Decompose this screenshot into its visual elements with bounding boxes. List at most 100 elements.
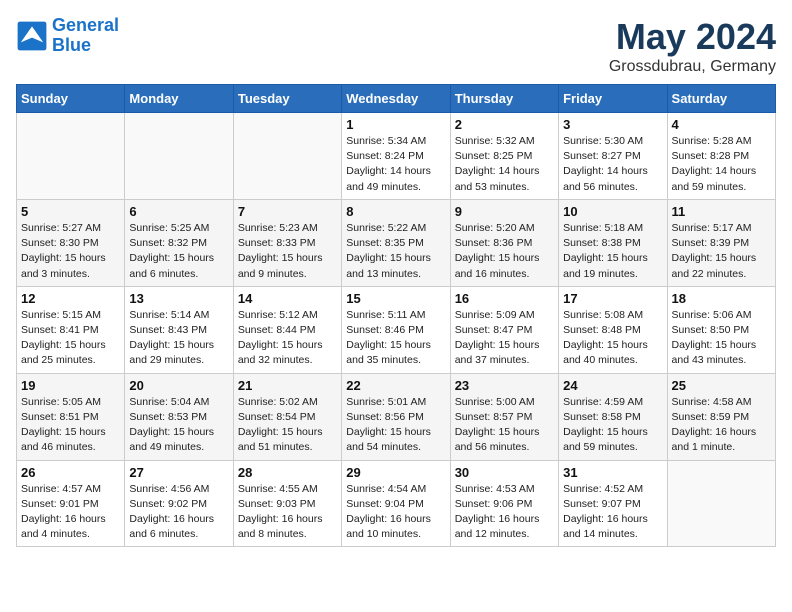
day-info: Sunrise: 5:25 AM Sunset: 8:32 PM Dayligh… — [129, 221, 228, 282]
day-cell: 31Sunrise: 4:52 AM Sunset: 9:07 PM Dayli… — [559, 460, 667, 547]
day-number: 5 — [21, 204, 120, 219]
day-info: Sunrise: 5:32 AM Sunset: 8:25 PM Dayligh… — [455, 134, 554, 195]
day-info: Sunrise: 4:57 AM Sunset: 9:01 PM Dayligh… — [21, 482, 120, 543]
day-cell: 15Sunrise: 5:11 AM Sunset: 8:46 PM Dayli… — [342, 286, 450, 373]
day-number: 4 — [672, 117, 771, 132]
week-row-1: 1Sunrise: 5:34 AM Sunset: 8:24 PM Daylig… — [17, 113, 776, 200]
day-cell: 12 Sunrise: 5:15 AM Sunset: 8:41 PM Dayli… — [17, 286, 125, 373]
day-cell: 18Sunrise: 5:06 AM Sunset: 8:50 PM Dayli… — [667, 286, 775, 373]
logo-blue: Blue — [52, 35, 91, 55]
day-info: Sunrise: 4:56 AM Sunset: 9:02 PM Dayligh… — [129, 482, 228, 543]
day-cell: 17Sunrise: 5:08 AM Sunset: 8:48 PM Dayli… — [559, 286, 667, 373]
header-cell-sunday: Sunday — [17, 85, 125, 113]
title-block: May 2024 Grossdubrau, Germany — [609, 16, 776, 76]
day-info: Sunrise: 5:00 AM Sunset: 8:57 PM Dayligh… — [455, 395, 554, 456]
day-info: Sunrise: 5:01 AM Sunset: 8:56 PM Dayligh… — [346, 395, 445, 456]
day-info: Sunrise: 4:53 AM Sunset: 9:06 PM Dayligh… — [455, 482, 554, 543]
day-number: 28 — [238, 465, 337, 480]
day-info: Sunrise: 5:08 AM Sunset: 8:48 PM Dayligh… — [563, 308, 662, 369]
day-number: 24 — [563, 378, 662, 393]
day-info: Sunrise: 4:59 AM Sunset: 8:58 PM Dayligh… — [563, 395, 662, 456]
day-number: 1 — [346, 117, 445, 132]
day-info: Sunrise: 5:05 AM Sunset: 8:51 PM Dayligh… — [21, 395, 120, 456]
logo-general: General — [52, 15, 119, 35]
day-number: 26 — [21, 465, 120, 480]
day-cell: 11 Sunrise: 5:17 AM Sunset: 8:39 PM Dayli… — [667, 199, 775, 286]
day-cell — [233, 113, 341, 200]
day-number: 11 — [672, 204, 771, 219]
day-info: Sunrise: 4:54 AM Sunset: 9:04 PM Dayligh… — [346, 482, 445, 543]
day-info: Sunrise: 4:52 AM Sunset: 9:07 PM Dayligh… — [563, 482, 662, 543]
day-cell: 23 Sunrise: 5:00 AM Sunset: 8:57 PM Dayli… — [450, 373, 558, 460]
day-cell: 1Sunrise: 5:34 AM Sunset: 8:24 PM Daylig… — [342, 113, 450, 200]
week-row-4: 19 Sunrise: 5:05 AM Sunset: 8:51 PM Dayli… — [17, 373, 776, 460]
day-cell: 9Sunrise: 5:20 AM Sunset: 8:36 PM Daylig… — [450, 199, 558, 286]
header-cell-thursday: Thursday — [450, 85, 558, 113]
page-header: General Blue May 2024 Grossdubrau, Germa… — [16, 16, 776, 76]
day-cell: 14 Sunrise: 5:12 AM Sunset: 8:44 PM Dayli… — [233, 286, 341, 373]
day-info: Sunrise: 4:55 AM Sunset: 9:03 PM Dayligh… — [238, 482, 337, 543]
day-cell: 8 Sunrise: 5:22 AM Sunset: 8:35 PM Daylig… — [342, 199, 450, 286]
day-info: Sunrise: 5:17 AM Sunset: 8:39 PM Dayligh… — [672, 221, 771, 282]
day-info: Sunrise: 5:30 AM Sunset: 8:27 PM Dayligh… — [563, 134, 662, 195]
day-cell: 7 Sunrise: 5:23 AM Sunset: 8:33 PM Daylig… — [233, 199, 341, 286]
day-cell: 4 Sunrise: 5:28 AM Sunset: 8:28 PM Daylig… — [667, 113, 775, 200]
day-cell: 30Sunrise: 4:53 AM Sunset: 9:06 PM Dayli… — [450, 460, 558, 547]
day-number: 9 — [455, 204, 554, 219]
day-cell: 2 Sunrise: 5:32 AM Sunset: 8:25 PM Daylig… — [450, 113, 558, 200]
day-number: 27 — [129, 465, 228, 480]
day-number: 8 — [346, 204, 445, 219]
day-number: 14 — [238, 291, 337, 306]
header-cell-tuesday: Tuesday — [233, 85, 341, 113]
day-info: Sunrise: 5:28 AM Sunset: 8:28 PM Dayligh… — [672, 134, 771, 195]
day-number: 25 — [672, 378, 771, 393]
week-row-5: 26 Sunrise: 4:57 AM Sunset: 9:01 PM Dayli… — [17, 460, 776, 547]
day-cell: 24 Sunrise: 4:59 AM Sunset: 8:58 PM Dayli… — [559, 373, 667, 460]
day-number: 6 — [129, 204, 228, 219]
day-info: Sunrise: 5:09 AM Sunset: 8:47 PM Dayligh… — [455, 308, 554, 369]
day-cell: 20 Sunrise: 5:04 AM Sunset: 8:53 PM Dayli… — [125, 373, 233, 460]
day-number: 12 — [21, 291, 120, 306]
day-info: Sunrise: 5:15 AM Sunset: 8:41 PM Dayligh… — [21, 308, 120, 369]
header-cell-wednesday: Wednesday — [342, 85, 450, 113]
logo: General Blue — [16, 16, 119, 56]
day-cell: 10Sunrise: 5:18 AM Sunset: 8:38 PM Dayli… — [559, 199, 667, 286]
day-cell: 6 Sunrise: 5:25 AM Sunset: 8:32 PM Daylig… — [125, 199, 233, 286]
day-cell: 22 Sunrise: 5:01 AM Sunset: 8:56 PM Dayli… — [342, 373, 450, 460]
day-info: Sunrise: 5:02 AM Sunset: 8:54 PM Dayligh… — [238, 395, 337, 456]
day-number: 23 — [455, 378, 554, 393]
calendar-header: SundayMondayTuesdayWednesdayThursdayFrid… — [17, 85, 776, 113]
day-number: 21 — [238, 378, 337, 393]
day-cell: 29 Sunrise: 4:54 AM Sunset: 9:04 PM Dayli… — [342, 460, 450, 547]
day-info: Sunrise: 5:27 AM Sunset: 8:30 PM Dayligh… — [21, 221, 120, 282]
day-cell — [17, 113, 125, 200]
day-number: 7 — [238, 204, 337, 219]
day-number: 2 — [455, 117, 554, 132]
day-cell: 28 Sunrise: 4:55 AM Sunset: 9:03 PM Dayli… — [233, 460, 341, 547]
day-info: Sunrise: 5:04 AM Sunset: 8:53 PM Dayligh… — [129, 395, 228, 456]
day-info: Sunrise: 5:22 AM Sunset: 8:35 PM Dayligh… — [346, 221, 445, 282]
day-info: Sunrise: 4:58 AM Sunset: 8:59 PM Dayligh… — [672, 395, 771, 456]
day-cell: 5 Sunrise: 5:27 AM Sunset: 8:30 PM Daylig… — [17, 199, 125, 286]
header-row: SundayMondayTuesdayWednesdayThursdayFrid… — [17, 85, 776, 113]
day-cell — [125, 113, 233, 200]
day-cell: 27 Sunrise: 4:56 AM Sunset: 9:02 PM Dayli… — [125, 460, 233, 547]
day-cell: 19 Sunrise: 5:05 AM Sunset: 8:51 PM Dayli… — [17, 373, 125, 460]
day-info: Sunrise: 5:23 AM Sunset: 8:33 PM Dayligh… — [238, 221, 337, 282]
logo-icon — [16, 20, 48, 52]
day-cell: 3Sunrise: 5:30 AM Sunset: 8:27 PM Daylig… — [559, 113, 667, 200]
day-number: 22 — [346, 378, 445, 393]
day-number: 20 — [129, 378, 228, 393]
day-info: Sunrise: 5:11 AM Sunset: 8:46 PM Dayligh… — [346, 308, 445, 369]
week-row-2: 5 Sunrise: 5:27 AM Sunset: 8:30 PM Daylig… — [17, 199, 776, 286]
day-cell: 21 Sunrise: 5:02 AM Sunset: 8:54 PM Dayli… — [233, 373, 341, 460]
header-cell-saturday: Saturday — [667, 85, 775, 113]
calendar-table: SundayMondayTuesdayWednesdayThursdayFrid… — [16, 84, 776, 547]
week-row-3: 12 Sunrise: 5:15 AM Sunset: 8:41 PM Dayli… — [17, 286, 776, 373]
day-info: Sunrise: 5:12 AM Sunset: 8:44 PM Dayligh… — [238, 308, 337, 369]
day-cell: 26 Sunrise: 4:57 AM Sunset: 9:01 PM Dayli… — [17, 460, 125, 547]
header-cell-monday: Monday — [125, 85, 233, 113]
day-number: 29 — [346, 465, 445, 480]
day-number: 19 — [21, 378, 120, 393]
day-number: 18 — [672, 291, 771, 306]
